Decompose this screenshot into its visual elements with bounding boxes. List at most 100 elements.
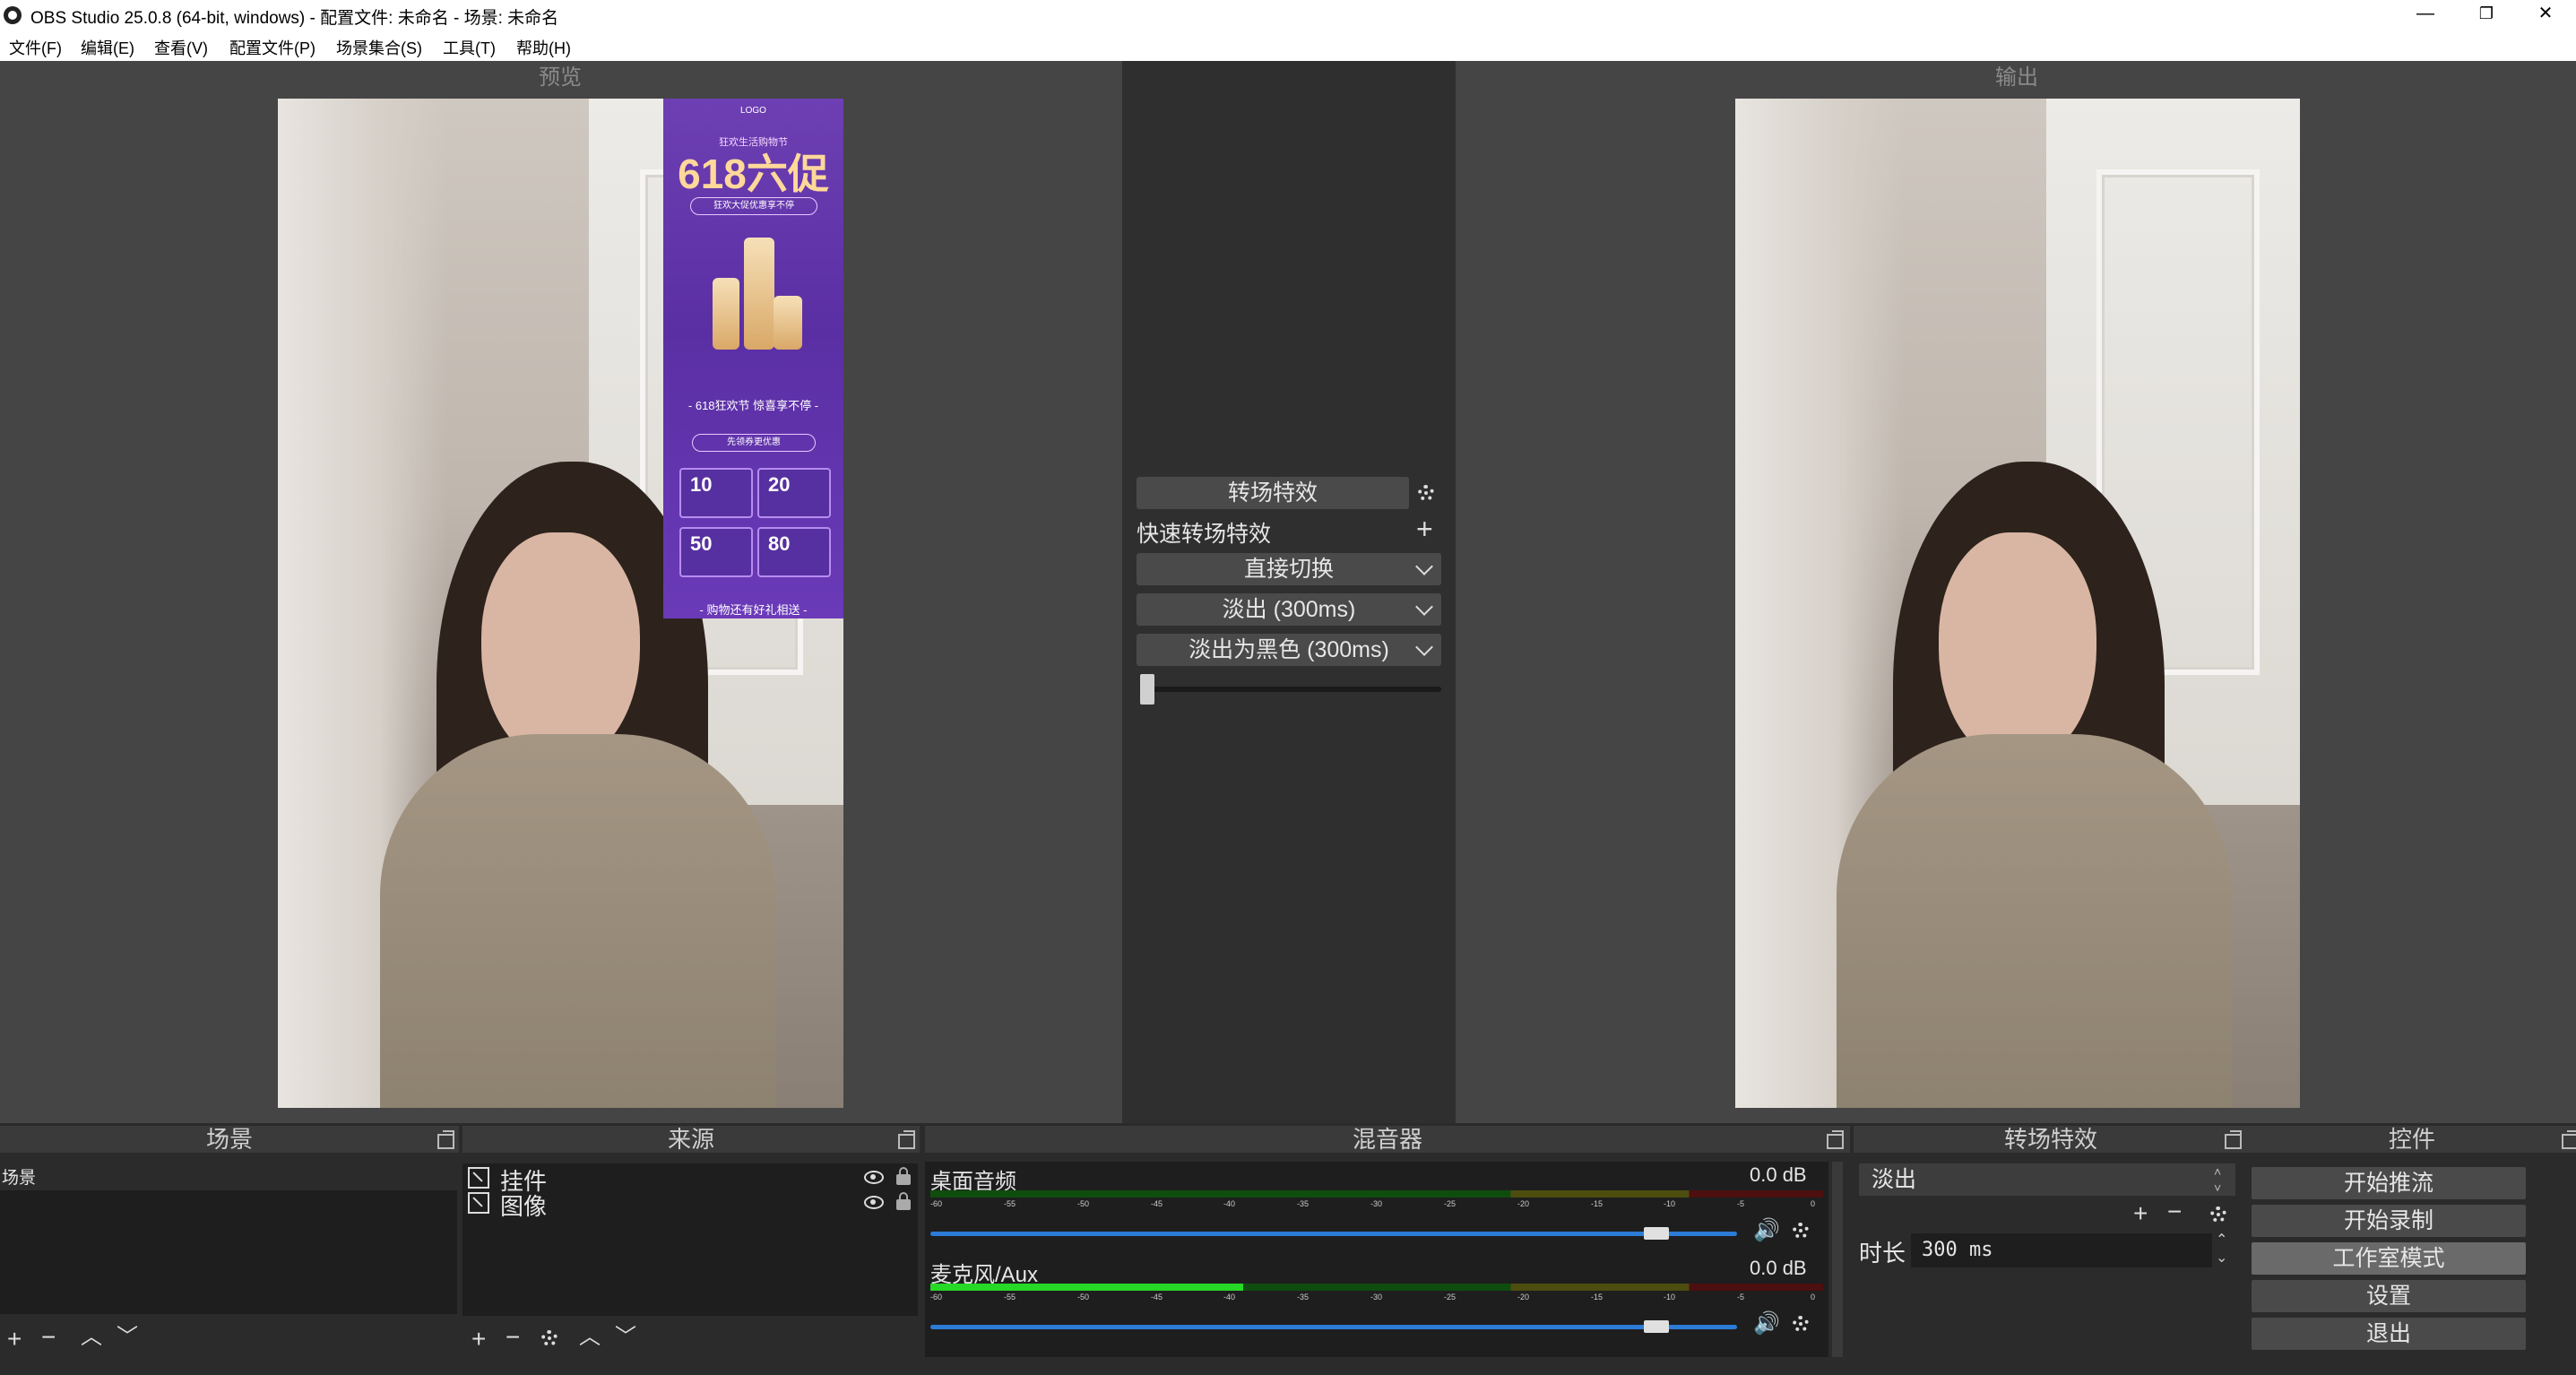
menu-scene-collection[interactable]: 场景集合(S) — [336, 36, 422, 59]
start-recording-button[interactable]: 开始录制 — [2252, 1205, 2526, 1237]
channel-db: 0.0 dB — [1750, 1163, 1807, 1186]
undock-icon[interactable] — [437, 1130, 454, 1149]
source-item[interactable]: 图像 — [462, 1189, 918, 1220]
source-properties-gear-icon[interactable] — [541, 1330, 558, 1346]
t-bar-handle[interactable] — [1140, 674, 1154, 705]
meter-tick-label: -35 — [1297, 1199, 1310, 1208]
volume-slider[interactable] — [930, 1325, 1737, 1329]
quick-transitions-label: 快速转场特效 — [1137, 522, 1272, 547]
add-transition-icon[interactable]: + — [2133, 1201, 2148, 1226]
undock-icon[interactable] — [2225, 1130, 2242, 1149]
channel-settings-gear-icon[interactable] — [1793, 1223, 1809, 1239]
speaker-icon[interactable]: 🔊 — [1753, 1217, 1780, 1243]
ad-headline: 618六促 — [678, 151, 829, 197]
move-up-icon[interactable]: ︿ — [579, 1325, 601, 1350]
meter-tick-label: -55 — [1004, 1199, 1016, 1208]
meter-tick-label: 0 — [1811, 1293, 1816, 1301]
meter-tick-label: -45 — [1151, 1293, 1163, 1301]
scenes-dock-title: 场景 — [0, 1126, 459, 1153]
mixer-body: 桌面音频 0.0 dB -60 -55 -50 -45 -40 -35 -30 -25 -20-… — [925, 1162, 1828, 1357]
channel-settings-gear-icon[interactable] — [1793, 1316, 1809, 1332]
transition-select[interactable]: 淡出 ˄ ˅ — [1859, 1163, 2235, 1196]
volume-slider-handle[interactable] — [1644, 1227, 1669, 1240]
ad-coupon-50: 50 — [679, 527, 753, 577]
undock-icon[interactable] — [898, 1130, 915, 1149]
meter-tick-label: -30 — [1370, 1199, 1383, 1208]
visibility-eye-icon[interactable] — [864, 1171, 884, 1184]
remove-transition-icon[interactable]: − — [2167, 1199, 2182, 1224]
remove-scene-icon[interactable]: − — [41, 1325, 56, 1350]
output-label: 输出 — [1995, 65, 2038, 90]
transition-select-value: 淡出 — [1871, 1167, 1917, 1192]
meter-tick-label: -40 — [1223, 1199, 1236, 1208]
meter-tick-label: -15 — [1591, 1199, 1604, 1208]
controls-dock-title: 控件 — [2248, 1126, 2576, 1153]
transition-settings-gear-icon[interactable] — [1418, 485, 1434, 501]
move-down-icon[interactable]: ﹀ — [117, 1325, 138, 1350]
studio-mode-button[interactable]: 工作室模式 — [2252, 1242, 2526, 1275]
quick-transition-fade[interactable]: 淡出 (300ms) — [1137, 593, 1441, 626]
output-canvas — [1735, 99, 2300, 1108]
ad-coupon-20: 20 — [757, 468, 831, 518]
meter-tick-label: -60 — [930, 1293, 943, 1301]
t-bar-track[interactable] — [1140, 687, 1441, 692]
remove-source-icon[interactable]: − — [506, 1325, 520, 1350]
menu-file[interactable]: 文件(F) — [9, 36, 62, 59]
meter-tick-label: 0 — [1811, 1199, 1816, 1208]
move-down-icon[interactable]: ﹀ — [615, 1325, 636, 1350]
meter-tick-label: -5 — [1737, 1293, 1745, 1301]
visibility-eye-icon[interactable] — [864, 1196, 884, 1209]
transitions-dock-title: 转场特效 — [1854, 1126, 2248, 1153]
undock-icon[interactable] — [1827, 1130, 1844, 1149]
speaker-icon[interactable]: 🔊 — [1753, 1310, 1780, 1336]
settings-button[interactable]: 设置 — [2252, 1280, 2526, 1312]
quick-transition-fade-black[interactable]: 淡出为黑色 (300ms) — [1137, 634, 1441, 666]
restore-button[interactable]: ❐ — [2459, 0, 2513, 30]
menu-profile[interactable]: 配置文件(P) — [229, 36, 316, 59]
add-quick-transition-icon[interactable]: + — [1416, 513, 1433, 546]
preview-label: 预览 — [539, 65, 582, 90]
transition-button[interactable]: 转场特效 — [1137, 477, 1409, 509]
menu-view[interactable]: 查看(V) — [154, 36, 208, 59]
undock-icon[interactable] — [2562, 1130, 2576, 1149]
menu-help[interactable]: 帮助(H) — [516, 36, 571, 59]
quick-transition-cut[interactable]: 直接切换 — [1137, 553, 1441, 585]
scene-item[interactable]: 场景 — [0, 1167, 457, 1190]
minimize-button[interactable]: — — [2399, 0, 2452, 30]
duration-stepper-icon[interactable]: ⌃ ⌄ — [2216, 1232, 2227, 1267]
lock-icon[interactable] — [896, 1192, 911, 1210]
quick-transition-fade-black-label: 淡出为黑色 (300ms) — [1189, 637, 1389, 662]
transition-properties-gear-icon[interactable] — [2210, 1206, 2226, 1223]
meter-tick-label: -20 — [1517, 1293, 1530, 1301]
menu-edit[interactable]: 编辑(E) — [81, 36, 134, 59]
meter-tick-label: -50 — [1077, 1293, 1090, 1301]
spinner-arrows-icon: ˄ ˅ — [2214, 1164, 2222, 1195]
mixer-scrollbar[interactable] — [1832, 1162, 1843, 1357]
face-image-region — [481, 532, 640, 765]
move-up-icon[interactable]: ︿ — [81, 1325, 102, 1350]
meter-tick-label: -55 — [1004, 1293, 1016, 1301]
meter-tick-label: -25 — [1444, 1293, 1457, 1301]
chevron-down-icon — [1415, 598, 1433, 616]
menu-tools[interactable]: 工具(T) — [443, 36, 496, 59]
volume-slider-handle[interactable] — [1644, 1320, 1669, 1333]
add-scene-icon[interactable]: + — [7, 1327, 22, 1352]
quick-transition-fade-label: 淡出 (300ms) — [1222, 597, 1356, 622]
volume-slider[interactable] — [930, 1232, 1737, 1236]
meter-tick-label: -15 — [1591, 1293, 1604, 1301]
duration-input[interactable]: 300 ms — [1911, 1233, 2212, 1267]
lock-icon[interactable] — [896, 1167, 911, 1185]
sources-list[interactable]: 挂件 图像 — [462, 1163, 918, 1316]
source-item-label: 图像 — [500, 1193, 548, 1220]
ad-coupon-80: 80 — [757, 527, 831, 577]
scenes-dock: 场景 场景 + − ︿ ﹀ — [0, 1126, 459, 1368]
exit-button[interactable]: 退出 — [2252, 1318, 2526, 1350]
sources-dock: 来源 挂件 图像 + − ︿ ﹀ — [462, 1126, 920, 1368]
ad-logo: LOGO — [740, 106, 766, 116]
add-source-icon[interactable]: + — [471, 1327, 486, 1352]
scenes-list[interactable]: 场景 — [0, 1167, 457, 1314]
ad-overlay-source[interactable]: LOGO 狂欢生活购物节 618六促 狂欢大促优惠享不停 - 618狂欢节 惊喜… — [663, 99, 843, 618]
source-item[interactable]: 挂件 — [462, 1163, 918, 1195]
close-button[interactable]: ✕ — [2519, 0, 2572, 30]
start-streaming-button[interactable]: 开始推流 — [2252, 1167, 2526, 1199]
